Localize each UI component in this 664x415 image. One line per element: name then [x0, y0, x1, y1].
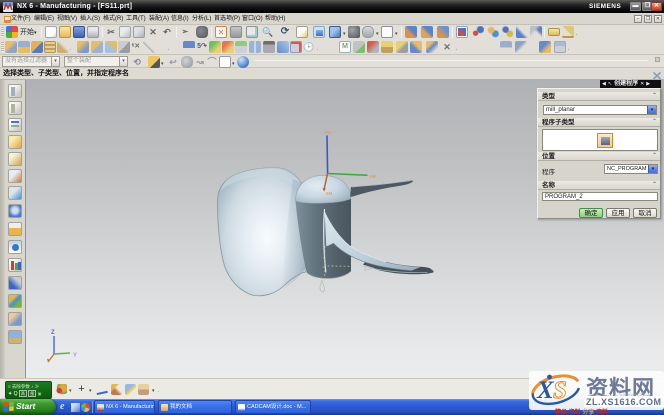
svg-text:XM: XM — [326, 191, 333, 196]
svg-text:Z: Z — [51, 330, 55, 336]
svg-text:YM: YM — [369, 174, 376, 179]
svg-text:Y: Y — [73, 353, 77, 359]
svg-text:ZM: ZM — [325, 130, 332, 135]
svg-text:S: S — [553, 377, 567, 404]
